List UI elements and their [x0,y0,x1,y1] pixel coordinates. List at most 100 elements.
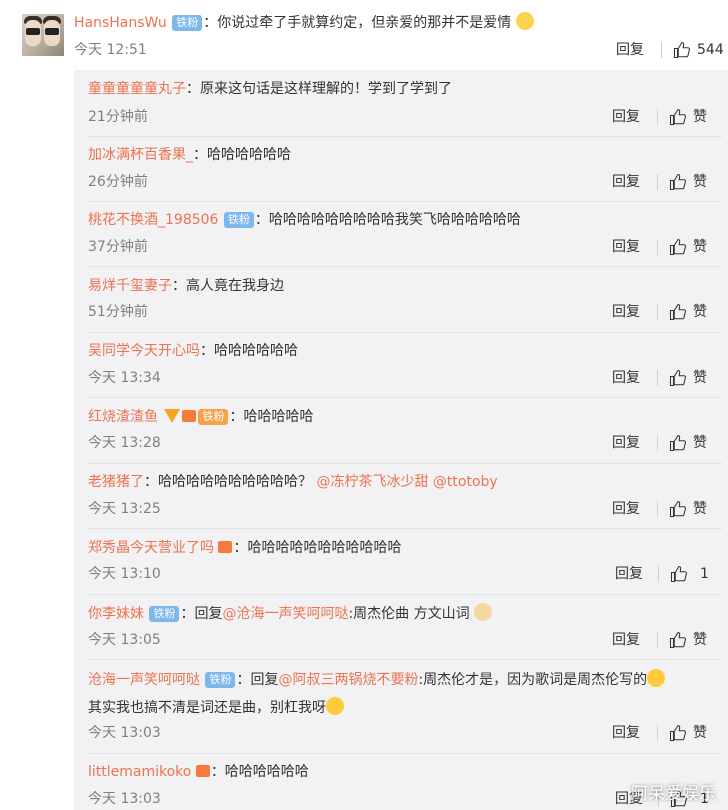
like-button[interactable]: 1 [670,564,709,584]
reply-time: 今天 13:25 [88,501,161,517]
main-comment-username[interactable]: HansHansWu [74,15,167,31]
reply-text: ：高人竟在我身边 [172,278,284,294]
reply-line: 沧海一声笑呵呵哒 铁粉 ：回复@阿叔三两锅烧不要粉:周杰伦才是，因为歌词是周杰伦写… [88,669,666,690]
mention-link[interactable]: @沧海一声笑呵呵哒 [222,606,348,622]
reply-text: ：原来这句话是这样理解的！学到了学到了 [186,81,452,97]
reply-text: ：哈哈哈哈哈哈哈哈哈哈？ [144,474,312,490]
reply-time: 51分钟前 [88,304,148,320]
divider [657,632,658,648]
like-label: 赞 [693,370,707,386]
crown-badge-icon [195,765,210,777]
reply-time: 37分钟前 [88,239,148,255]
reply-username[interactable]: 沧海一声笑呵呵哒 [88,672,200,688]
like-button[interactable]: 赞 [669,302,707,322]
like-button[interactable]: 赞 [669,172,707,192]
mention-link[interactable]: @阿叔三两锅烧不要粉 [278,672,418,688]
thumbs-up-icon [669,108,686,126]
reply-text-continued: 其实我也搞不清是词还是曲，别杠我呀 [88,700,326,716]
reply-text: ：哈哈哈哈哈 [229,409,314,425]
fan-badge[interactable]: 铁粉 [172,15,203,31]
like-label: 赞 [693,109,707,125]
divider [657,725,658,741]
like-button[interactable]: 赞 [669,630,707,650]
reply-text: ：哈哈哈哈哈哈 [200,343,298,359]
reply-line: 易烊千玺妻子：高人竟在我身边 [88,276,284,296]
reply-time: 21分钟前 [88,109,148,125]
fan-badge[interactable]: 铁粉 [205,672,236,688]
divider [88,528,722,529]
main-comment-line: HansHansWu 铁粉 ：你说过牵了手就算约定，但亲爱的那并不是爱情 [74,12,534,33]
crown-badge-icon [218,541,233,553]
divider [88,594,722,595]
reply-username[interactable]: 童童童童童丸子 [88,81,186,97]
like-button[interactable]: 赞 [669,107,707,127]
like-button[interactable]: 544 [673,40,724,60]
reply-username[interactable]: 易烊千玺妻子 [88,278,172,294]
thumbs-up-icon [669,303,686,321]
reply-text: ：哈哈哈哈哈哈哈哈哈我笑飞哈哈哈哈哈哈 [254,212,521,228]
like-button[interactable]: 赞 [669,433,707,453]
reply-button[interactable]: 回复 [615,564,643,584]
divider [657,174,658,190]
reply-button[interactable]: 回复 [612,630,640,650]
reply-prefix: ：回复 [236,672,279,688]
thumbs-up-icon [669,631,686,649]
divider [88,397,722,398]
watermark: 阿呆爱娱乐 [631,784,716,804]
divider [657,435,658,451]
main-comment: HansHansWu 铁粉 ：你说过牵了手就算约定，但亲爱的那并不是爱情 今天 1… [0,0,728,70]
main-comment-time: 今天 12:51 [74,42,147,58]
divider [657,501,658,517]
reply-line-2: 其实我也搞不清是词还是曲，别杠我呀 [88,697,344,718]
reply-button[interactable]: 回复 [612,172,640,192]
thumbs-up-icon [673,41,690,59]
reply-username[interactable]: 老猪猪了 [88,474,144,490]
reply-username[interactable]: 郑秀晶今天营业了吗 [88,540,214,556]
reply-button[interactable]: 回复 [612,499,640,519]
mention-link[interactable]: @ttotoby [433,474,498,490]
fan-badge[interactable]: 铁粉 [198,409,229,425]
reply-line: 加冰满杯百香果_：哈哈哈哈哈哈 [88,145,291,165]
like-button[interactable]: 赞 [669,237,707,257]
divider [661,42,662,58]
reply-username[interactable]: 桃花不换酒_198506 [88,212,218,228]
mention-link[interactable]: @冻柠茶飞冰少甜 [316,474,428,490]
divider [657,239,658,255]
divider [88,136,722,137]
reply-button[interactable]: 回复 [612,368,640,388]
reply-time: 今天 13:03 [88,791,161,807]
reply-username[interactable]: 吴同学今天开心吗 [88,343,200,359]
thumbs-up-icon [669,724,686,742]
divider [658,566,659,582]
reply-line: 老猪猪了：哈哈哈哈哈哈哈哈哈哈？ @冻柠茶飞冰少甜 @ttotoby [88,472,498,492]
reply-username[interactable]: 红烧渣渣鱼 [88,409,158,425]
reply-username[interactable]: 你李妹妹 [88,606,144,622]
reply-line: 红烧渣渣鱼 铁粉 ：哈哈哈哈哈 [88,407,313,427]
divider [88,463,722,464]
laugh-emoji-icon [326,697,344,715]
reply-button[interactable]: 回复 [612,302,640,322]
reply-button[interactable]: 回复 [612,237,640,257]
avatar[interactable] [22,14,64,56]
vip-v-icon [164,409,181,423]
reply-prefix: ：回复 [180,606,223,622]
reply-text: ：哈哈哈哈哈哈哈哈哈哈哈 [233,540,402,556]
thumbs-up-icon [669,434,686,452]
reply-button[interactable]: 回复 [612,723,640,743]
like-button[interactable]: 赞 [669,368,707,388]
reply-button[interactable]: 回复 [612,433,640,453]
like-label: 赞 [693,725,707,741]
divider [88,201,722,202]
divider [88,753,722,754]
fan-badge[interactable]: 铁粉 [149,606,180,622]
reply-button[interactable]: 回复 [616,40,644,60]
like-button[interactable]: 赞 [669,723,707,743]
fan-badge[interactable]: 铁粉 [223,212,254,228]
like-label: 赞 [693,239,707,255]
like-button[interactable]: 赞 [669,499,707,519]
reply-button[interactable]: 回复 [612,107,640,127]
like-label: 赞 [693,174,707,190]
reply-username[interactable]: littlemamikoko [88,764,191,780]
reply-username[interactable]: 加冰满杯百香果_ [88,147,193,163]
reply-text: ：哈哈哈哈哈哈 [210,764,309,780]
